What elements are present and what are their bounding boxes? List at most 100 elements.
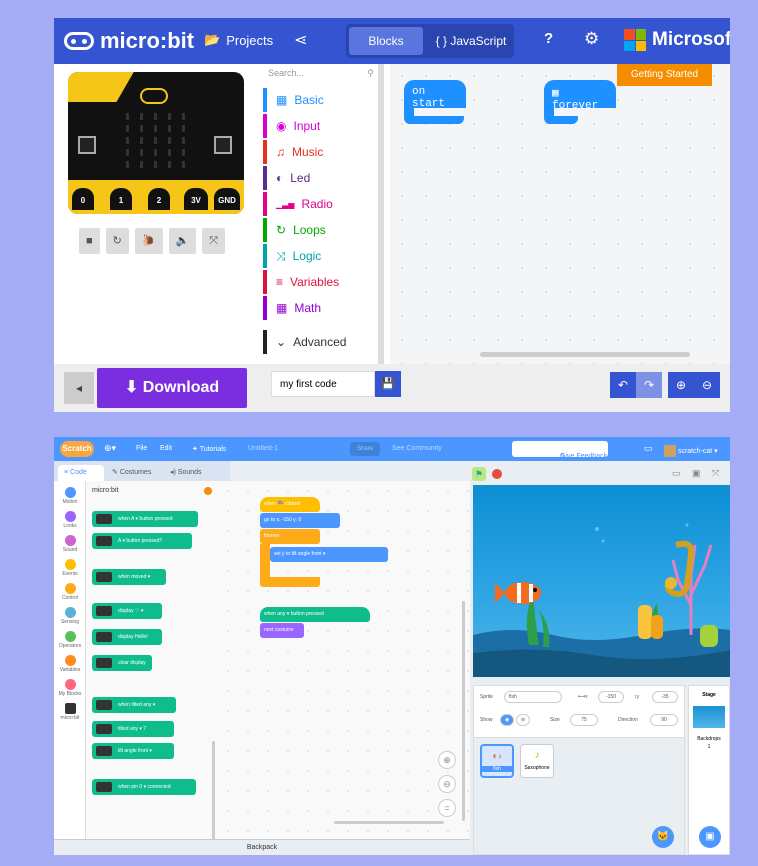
show-hidden-icon[interactable]: ⊘: [516, 714, 530, 726]
workspace-vscrollbar[interactable]: [462, 601, 465, 821]
small-stage-icon[interactable]: ▭: [672, 468, 681, 479]
zoom-out-icon[interactable]: ⊖: [694, 372, 720, 398]
scratch-logo[interactable]: Scratch: [60, 441, 94, 457]
category-input[interactable]: ◉ Input: [263, 114, 379, 138]
folder-icon[interactable]: ▭: [644, 443, 653, 454]
getting-started-button[interactable]: Getting Started: [617, 64, 712, 86]
blocks-tab[interactable]: Blocks: [349, 27, 423, 55]
set-y-block[interactable]: set y to tilt angle front ▾: [270, 547, 388, 562]
category-looks[interactable]: Looks: [54, 511, 86, 529]
palette-block[interactable]: tilted any ▾ ?: [92, 721, 174, 737]
sprite-thumb-fish[interactable]: ◐› fish: [480, 744, 514, 778]
search-input[interactable]: Search... ⚲: [268, 68, 378, 86]
fullscreen-icon[interactable]: ⤧: [712, 468, 719, 479]
category-logic[interactable]: ⤨ Logic: [263, 244, 379, 268]
pin-gnd[interactable]: GND: [214, 188, 240, 210]
forever-block[interactable]: forever: [260, 529, 320, 544]
category-sensing[interactable]: Sensing: [54, 607, 86, 625]
stop-icon[interactable]: ■: [79, 228, 100, 254]
green-flag-icon[interactable]: ⚑: [472, 467, 486, 481]
category-sound[interactable]: Sound: [54, 535, 86, 553]
file-menu[interactable]: File: [136, 445, 147, 452]
category-basic[interactable]: ▦ Basic: [263, 88, 379, 112]
board-button-b[interactable]: [214, 136, 232, 154]
sprite-name-input[interactable]: fish: [504, 691, 562, 703]
palette-block[interactable]: tilt angle front ▾: [92, 743, 174, 759]
warning-icon[interactable]: [204, 487, 212, 495]
tab-costumes[interactable]: ✎ Costumes: [106, 465, 162, 481]
size-input[interactable]: 75: [570, 714, 598, 726]
undo-icon[interactable]: ↶: [610, 372, 636, 398]
category-microbit[interactable]: micro:bit: [54, 703, 86, 721]
when-button-pressed-block[interactable]: when any ▾ button pressed: [260, 607, 370, 622]
stop-icon[interactable]: [492, 469, 502, 479]
palette-block[interactable]: A ▾ button pressed?: [92, 533, 192, 549]
pin-0[interactable]: 0: [72, 188, 94, 210]
go-to-xy-block[interactable]: go to x: -150 y: 0: [260, 513, 340, 528]
palette-scrollbar[interactable]: [212, 741, 215, 841]
projects-button[interactable]: 📂 Projects: [204, 32, 273, 48]
x-input[interactable]: -150: [598, 691, 624, 703]
category-variables[interactable]: ≡ Variables: [263, 270, 379, 294]
see-community-button[interactable]: See Community: [392, 445, 442, 452]
fullscreen-icon[interactable]: ⤧: [202, 228, 226, 254]
gear-icon[interactable]: ⚙: [584, 29, 599, 49]
edit-menu[interactable]: Edit: [160, 445, 172, 452]
next-costume-block[interactable]: next costume: [260, 623, 304, 638]
palette-block[interactable]: when tilted any ▾: [92, 697, 176, 713]
download-button[interactable]: ⬇ Download: [97, 368, 247, 408]
category-control[interactable]: Control: [54, 583, 86, 601]
project-title[interactable]: Untitled-1: [248, 445, 278, 452]
category-radio[interactable]: ▁▃▅ Radio: [263, 192, 379, 216]
on-start-block[interactable]: on start: [404, 80, 466, 110]
palette-block[interactable]: when A ▾ button pressed: [92, 511, 198, 527]
add-sprite-icon[interactable]: 🐱: [652, 826, 674, 848]
show-visible-icon[interactable]: ◉: [500, 714, 514, 726]
pin-2[interactable]: 2: [148, 188, 170, 210]
category-motion[interactable]: Motion: [54, 487, 86, 505]
workspace-scrollbar[interactable]: [334, 821, 444, 824]
direction-input[interactable]: 90: [650, 714, 678, 726]
restart-icon[interactable]: ↻: [105, 228, 129, 254]
category-advanced[interactable]: ⌄ Advanced: [263, 330, 379, 354]
microbit-logo[interactable]: micro:bit: [64, 28, 194, 54]
category-math[interactable]: ▦ Math: [263, 296, 379, 320]
category-music[interactable]: ♫ Music: [263, 140, 379, 164]
palette-block[interactable]: when moved ▾: [92, 569, 166, 585]
workspace-scrollbar[interactable]: [480, 352, 690, 357]
collapse-simulator-icon[interactable]: ◂: [64, 372, 94, 404]
tab-code[interactable]: ≡ Code: [58, 465, 104, 481]
stage-selector[interactable]: Stage Backdrops 1 ▣: [688, 685, 730, 855]
save-icon[interactable]: 💾: [375, 371, 401, 397]
y-input[interactable]: -35: [652, 691, 678, 703]
help-icon[interactable]: ?: [544, 30, 553, 47]
palette-block[interactable]: clear display: [92, 655, 152, 671]
tutorials-menu[interactable]: ✦ Tutorials: [192, 445, 226, 453]
palette-block[interactable]: display ♡ ▾: [92, 603, 162, 619]
stage-canvas[interactable]: [473, 485, 730, 677]
project-name-input[interactable]: my first code: [271, 371, 375, 397]
add-backdrop-icon[interactable]: ▣: [699, 826, 721, 848]
tab-sounds[interactable]: ◂) Sounds: [164, 465, 218, 481]
share-button[interactable]: Share: [350, 442, 380, 456]
globe-icon[interactable]: ⊕▾: [104, 443, 116, 454]
zoom-out-icon[interactable]: ⊖: [438, 775, 456, 793]
user-menu[interactable]: scratch-cat ▾: [664, 445, 718, 457]
backpack-bar[interactable]: Backpack: [54, 839, 470, 855]
pin-3v[interactable]: 3V: [184, 188, 208, 210]
forever-block[interactable]: ▦ forever: [544, 80, 616, 112]
pin-1[interactable]: 1: [110, 188, 132, 210]
category-operators[interactable]: Operators: [54, 631, 86, 649]
slowmo-icon[interactable]: 🐌: [134, 228, 163, 254]
category-variables[interactable]: Variables: [54, 655, 86, 673]
javascript-tab[interactable]: { } JavaScript: [431, 27, 511, 55]
microbit-board[interactable]: 0 1 2 3V GND: [68, 72, 244, 214]
give-feedback-button[interactable]: ✎ Give Feedback: [512, 441, 608, 460]
board-button-a[interactable]: [78, 136, 96, 154]
category-led[interactable]: ◐ Led: [263, 166, 379, 190]
sprite-thumb-saxophone[interactable]: ♪ Saxophone: [520, 744, 554, 778]
mute-icon[interactable]: 🔈: [168, 228, 197, 254]
category-events[interactable]: Events: [54, 559, 86, 577]
palette-block[interactable]: display Hello!: [92, 629, 162, 645]
zoom-in-icon[interactable]: ⊕: [668, 372, 694, 398]
